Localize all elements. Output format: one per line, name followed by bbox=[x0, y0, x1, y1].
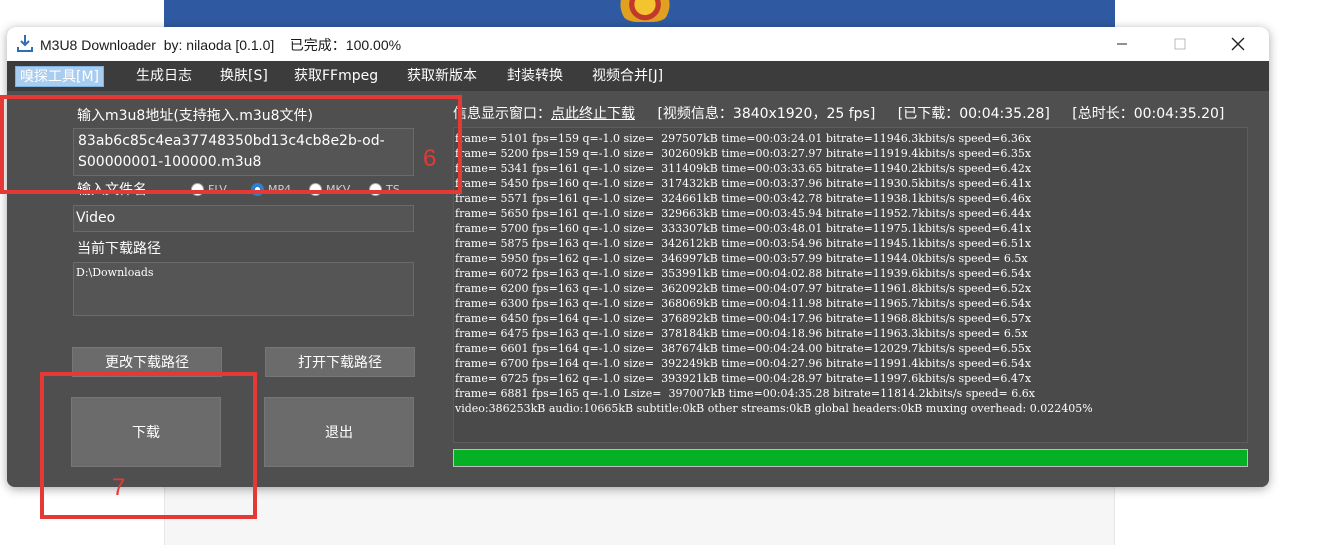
log-line: frame= 6450 fps=164 q=-1.0 size= 376892k… bbox=[455, 312, 1032, 325]
log-line: frame= 6700 fps=164 q=-1.0 size= 392249k… bbox=[455, 357, 1032, 370]
log-output[interactable]: frame= 5101 fps=159 q=-1.0 size= 297507k… bbox=[453, 127, 1248, 443]
log-line: frame= 6601 fps=164 q=-1.0 size= 387674k… bbox=[455, 342, 1032, 355]
log-line: frame= 5950 fps=162 q=-1.0 size= 346997k… bbox=[455, 252, 1028, 265]
log-line: frame= 5450 fps=160 q=-1.0 size= 317432k… bbox=[455, 177, 1032, 190]
log-line: frame= 6072 fps=163 q=-1.0 size= 353991k… bbox=[455, 267, 1032, 280]
download-icon bbox=[17, 35, 33, 52]
video-info: [视频信息：3840x1920，25 fps] bbox=[657, 106, 876, 122]
title-bar: M3U8 Downloader by: nilaoda [0.1.0] 已完成：… bbox=[7, 27, 1269, 61]
annotation-box-7 bbox=[40, 372, 257, 519]
annotation-label-7: 7 bbox=[112, 474, 126, 501]
background-page bbox=[164, 486, 1115, 545]
menu-item-convert[interactable]: 封装转换 bbox=[507, 66, 563, 87]
menu-item-update[interactable]: 获取新版本 bbox=[407, 66, 477, 87]
filename-input[interactable]: Video bbox=[73, 205, 414, 232]
menu-bar: 嗅探工具[M] 生成日志 换肤[S] 获取FFmpeg 获取新版本 封装转换 视… bbox=[7, 61, 1269, 91]
minimize-button[interactable] bbox=[1093, 27, 1151, 61]
minimize-icon bbox=[1117, 43, 1127, 45]
log-line: frame= 6475 fps=163 q=-1.0 size= 378184k… bbox=[455, 327, 1028, 340]
downloaded-time: [已下载：00:04:35.28] bbox=[897, 106, 1050, 122]
log-line: frame= 5571 fps=161 q=-1.0 size= 324661k… bbox=[455, 192, 1032, 205]
open-path-button[interactable]: 打开下载路径 bbox=[265, 347, 415, 377]
log-line: frame= 6300 fps=163 q=-1.0 size= 368069k… bbox=[455, 297, 1032, 310]
log-line: frame= 5875 fps=163 q=-1.0 size= 342612k… bbox=[455, 237, 1032, 250]
menu-item-log[interactable]: 生成日志 bbox=[136, 66, 192, 87]
log-line: frame= 5101 fps=159 q=-1.0 size= 297507k… bbox=[455, 132, 1032, 145]
info-title: 信息显示窗口： bbox=[453, 106, 551, 122]
progress-fill bbox=[454, 450, 1247, 466]
path-input[interactable]: D:\Downloads bbox=[73, 262, 414, 316]
path-label: 当前下载路径 bbox=[77, 241, 161, 257]
maximize-icon bbox=[1174, 38, 1186, 50]
menu-item-merge[interactable]: 视频合并[J] bbox=[592, 66, 663, 87]
log-lines: frame= 5101 fps=159 q=-1.0 size= 297507k… bbox=[455, 131, 1247, 416]
menu-item-sniff[interactable]: 嗅探工具[M] bbox=[15, 66, 105, 87]
menu-item-ffmpeg[interactable]: 获取FFmpeg bbox=[294, 66, 378, 87]
log-line: frame= 6200 fps=163 q=-1.0 size= 362092k… bbox=[455, 282, 1032, 295]
annotation-box-6 bbox=[0, 95, 462, 194]
log-line: frame= 5200 fps=159 q=-1.0 size= 302609k… bbox=[455, 147, 1032, 160]
menu-item-skin[interactable]: 换肤[S] bbox=[220, 66, 268, 87]
background-area bbox=[1115, 486, 1318, 545]
annotation-label-6: 6 bbox=[423, 145, 437, 172]
window-title: M3U8 Downloader by: nilaoda [0.1.0] 已完成：… bbox=[40, 37, 402, 53]
log-line: frame= 5341 fps=161 q=-1.0 size= 311409k… bbox=[455, 162, 1032, 175]
log-line: frame= 6725 fps=162 q=-1.0 size= 393921k… bbox=[455, 372, 1032, 385]
log-line: frame= 5650 fps=161 q=-1.0 size= 329663k… bbox=[455, 207, 1032, 220]
close-button[interactable] bbox=[1209, 27, 1267, 61]
progress-bar bbox=[453, 449, 1248, 467]
close-icon bbox=[1231, 37, 1245, 51]
exit-button[interactable]: 退出 bbox=[264, 397, 414, 467]
total-time: [总时长：00:04:35.20] bbox=[1072, 106, 1225, 122]
log-line: frame= 5700 fps=160 q=-1.0 size= 333307k… bbox=[455, 222, 1032, 235]
maximize-button[interactable] bbox=[1151, 27, 1209, 61]
log-line: video:386253kB audio:10665kB subtitle:0k… bbox=[455, 402, 1093, 415]
stop-download-link[interactable]: 点此终止下载 bbox=[551, 106, 635, 122]
log-line: frame= 6881 fps=165 q=-1.0 Lsize= 397007… bbox=[455, 387, 1035, 400]
info-header: 信息显示窗口：点此终止下载 [视频信息：3840x1920，25 fps] [已… bbox=[453, 103, 1242, 123]
